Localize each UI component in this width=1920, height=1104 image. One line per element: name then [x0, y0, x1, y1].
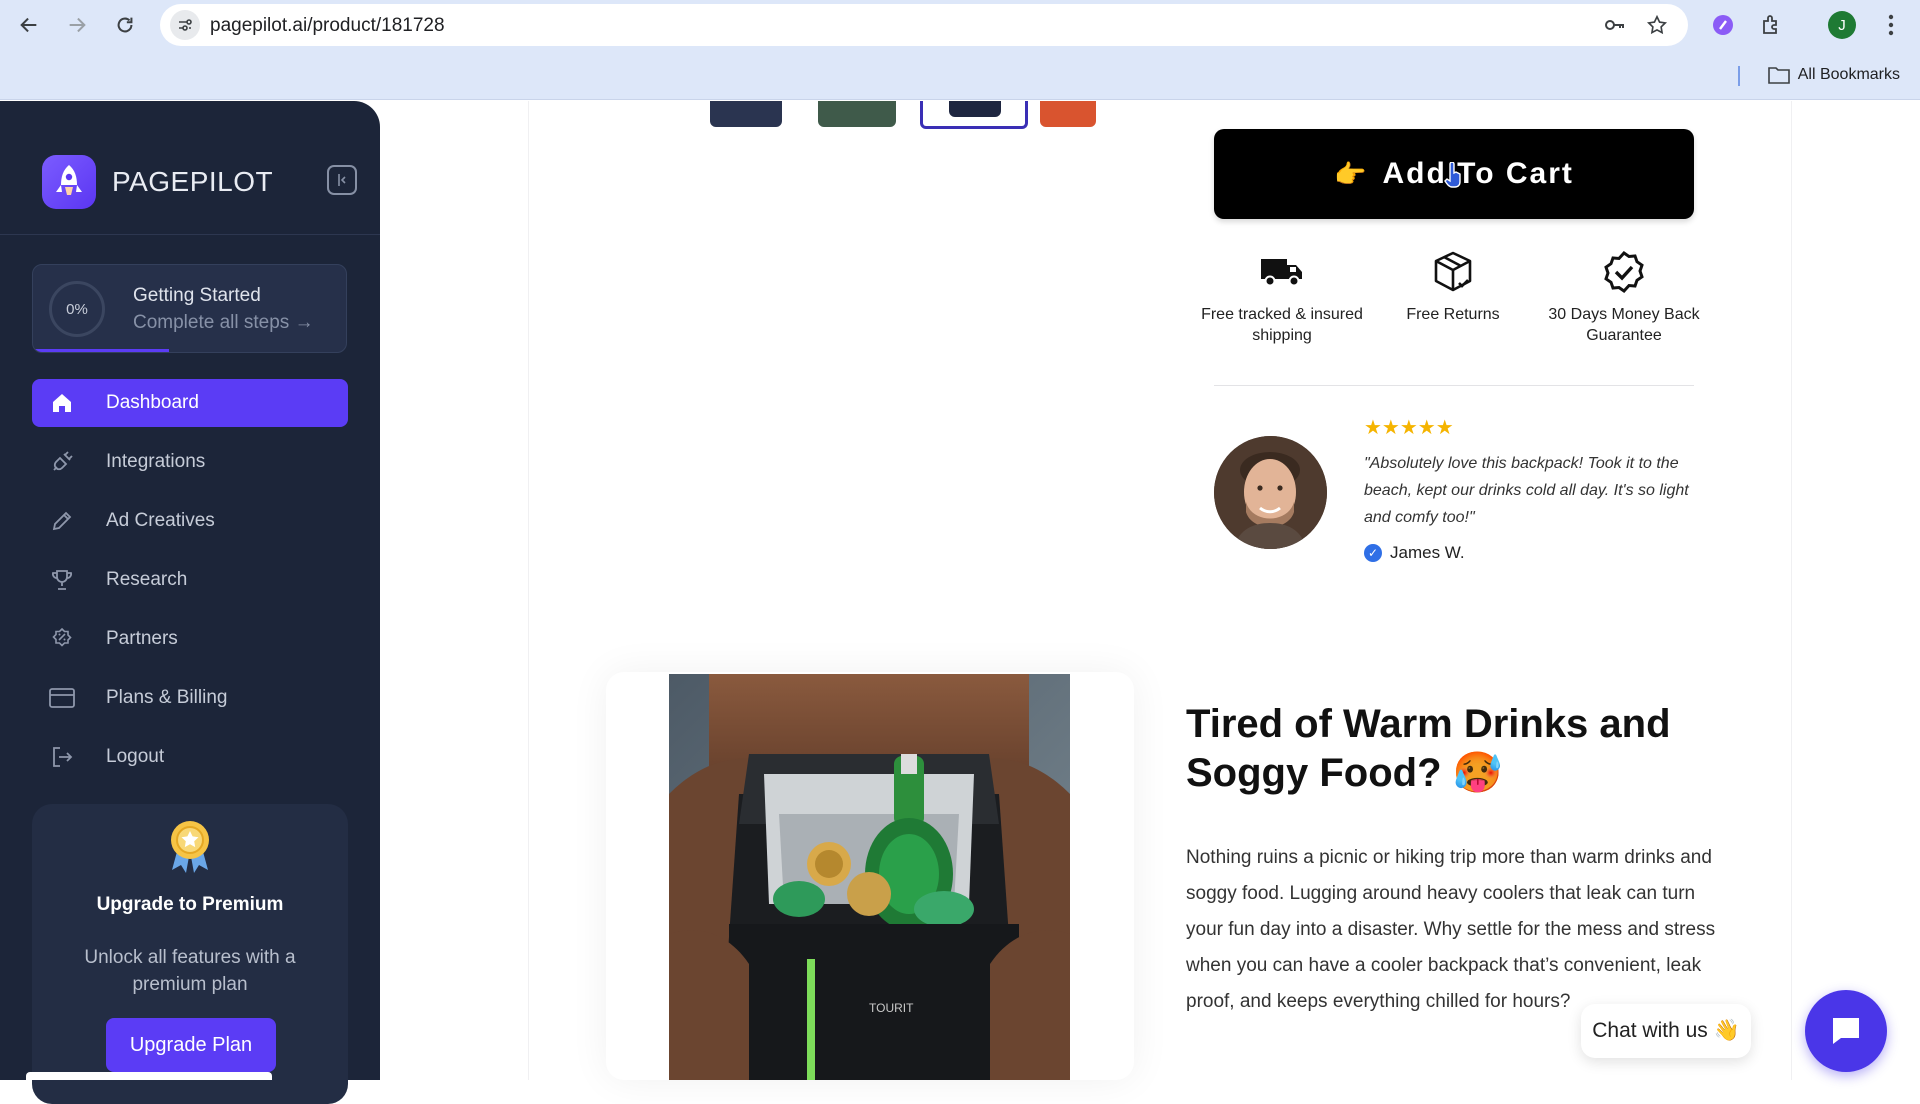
logout-icon — [48, 743, 76, 771]
hand-cursor-icon — [1443, 161, 1465, 193]
sidebar-item-logout[interactable]: Logout — [32, 733, 348, 781]
truck-icon — [1192, 250, 1372, 294]
password-key-icon[interactable] — [1600, 10, 1630, 40]
sidebar-nav: Dashboard Integrations Ad Creatives Rese… — [32, 379, 348, 792]
medal-icon — [166, 818, 214, 881]
section-headline: Tired of Warm Drinks and Soggy Food? 🥵 — [1186, 702, 1671, 795]
forward-icon[interactable] — [62, 10, 92, 40]
plug-icon — [48, 448, 76, 476]
extension-purple-icon[interactable] — [1708, 10, 1738, 40]
rocket-logo-icon — [42, 155, 96, 209]
url-text[interactable]: pagepilot.ai/product/181728 — [210, 15, 445, 37]
sidebar-item-partners[interactable]: Partners — [32, 615, 348, 663]
reviewer: ✓ James W. — [1364, 543, 1465, 563]
feature-shipping: Free tracked & insured shipping — [1192, 250, 1372, 346]
pointing-hand-icon: 👉 — [1334, 158, 1369, 189]
upgrade-title: Upgrade to Premium — [96, 894, 284, 915]
sidebar-item-integrations[interactable]: Integrations — [32, 438, 348, 486]
reviewer-name: James W. — [1390, 543, 1465, 562]
thumbnail-image — [949, 101, 1001, 117]
upgrade-description: Unlock all features with a premium plan — [84, 947, 296, 995]
all-bookmarks[interactable]: All Bookmarks — [1767, 66, 1900, 84]
review-quote: "Absolutely love this backpack! Took it … — [1364, 455, 1689, 526]
all-bookmarks-label: All Bookmarks — [1797, 66, 1900, 83]
sidebar-item-plans-billing[interactable]: Plans & Billing — [32, 674, 348, 722]
sidebar-item-ad-creatives[interactable]: Ad Creatives — [32, 497, 348, 545]
chat-with-us-label[interactable]: Chat with us 👋 — [1581, 1004, 1751, 1058]
getting-started-subtitle: Complete all steps → — [133, 312, 314, 333]
sidebar-item-label: Dashboard — [106, 392, 199, 413]
home-icon — [48, 389, 76, 417]
badge-check-icon — [1534, 250, 1714, 294]
feature-label: Free tracked & insured shipping — [1201, 306, 1363, 344]
sidebar-item-research[interactable]: Research — [32, 556, 348, 604]
getting-started-title: Getting Started — [133, 285, 261, 306]
sidebar-item-label: Integrations — [106, 451, 206, 472]
chat-bubble-icon — [1833, 1018, 1859, 1044]
credit-card-icon — [48, 684, 76, 712]
section-body: Nothing ruins a picnic or hiking trip mo… — [1186, 847, 1716, 1012]
gallery-thumbnail[interactable] — [818, 101, 896, 127]
progress-ring: 0% — [49, 281, 105, 337]
brand-name: PAGEPILOT — [112, 166, 274, 197]
verified-check-icon: ✓ — [1364, 544, 1382, 562]
getting-started-progress-bar — [33, 349, 169, 352]
gallery-thumbnail[interactable] — [710, 101, 782, 127]
collapse-sidebar-icon[interactable] — [327, 165, 357, 195]
sidebar-divider — [0, 234, 380, 235]
profile-avatar[interactable]: J — [1827, 10, 1857, 40]
upgrade-card: Upgrade to Premium Unlock all features w… — [32, 804, 348, 1104]
box-icon — [1363, 250, 1543, 294]
back-icon[interactable] — [14, 10, 44, 40]
bookmark-star-icon[interactable] — [1642, 10, 1672, 40]
bookmarks-separator — [1738, 66, 1740, 86]
sidebar-item-label: Ad Creatives — [106, 510, 215, 531]
svg-text:TOURIT: TOURIT — [869, 1001, 914, 1015]
sidebar-scrollbar[interactable] — [26, 1072, 272, 1080]
folder-icon — [1767, 67, 1790, 84]
sidebar-item-dashboard[interactable]: Dashboard — [32, 379, 348, 427]
divider — [1214, 385, 1694, 386]
product-photo: TOURIT — [669, 674, 1070, 1080]
browser-toolbar: pagepilot.ai/product/181728 J All Bookma… — [0, 0, 1920, 100]
rating-stars: ★★★★★ — [1364, 417, 1454, 439]
sidebar-item-label: Logout — [106, 746, 165, 767]
upgrade-plan-button[interactable]: Upgrade Plan — [106, 1018, 276, 1072]
sidebar-item-label: Plans & Billing — [106, 687, 228, 708]
menu-kebab-icon[interactable] — [1876, 10, 1906, 40]
percent-badge-icon — [48, 625, 76, 653]
extensions-puzzle-icon[interactable] — [1756, 10, 1786, 40]
brand[interactable]: PAGEPILOT — [42, 155, 273, 209]
reviewer-avatar — [1214, 436, 1327, 549]
pencil-icon — [48, 507, 76, 535]
feature-guarantee: 30 Days Money Back Guarantee — [1534, 250, 1714, 346]
sidebar-item-label: Research — [106, 569, 188, 590]
sidebar-item-label: Partners — [106, 628, 178, 649]
getting-started-card[interactable]: 0% Getting Started Complete all steps → — [32, 264, 347, 353]
gallery-thumbnail-selected[interactable] — [920, 101, 1028, 129]
profile-initial: J — [1828, 11, 1856, 39]
sidebar: PAGEPILOT 0% Getting Started Complete al… — [0, 101, 380, 1104]
feature-label: 30 Days Money Back Guarantee — [1548, 306, 1700, 344]
feature-returns: Free Returns — [1363, 250, 1543, 325]
trophy-icon — [48, 566, 76, 594]
chat-button[interactable] — [1805, 990, 1887, 1072]
reload-icon[interactable] — [110, 10, 140, 40]
add-to-cart-label: Add To Cart — [1382, 157, 1574, 190]
gallery-thumbnail[interactable] — [1040, 101, 1096, 127]
site-settings-icon[interactable] — [170, 10, 200, 40]
feature-label: Free Returns — [1406, 306, 1500, 323]
address-bar[interactable]: pagepilot.ai/product/181728 — [160, 4, 1688, 46]
